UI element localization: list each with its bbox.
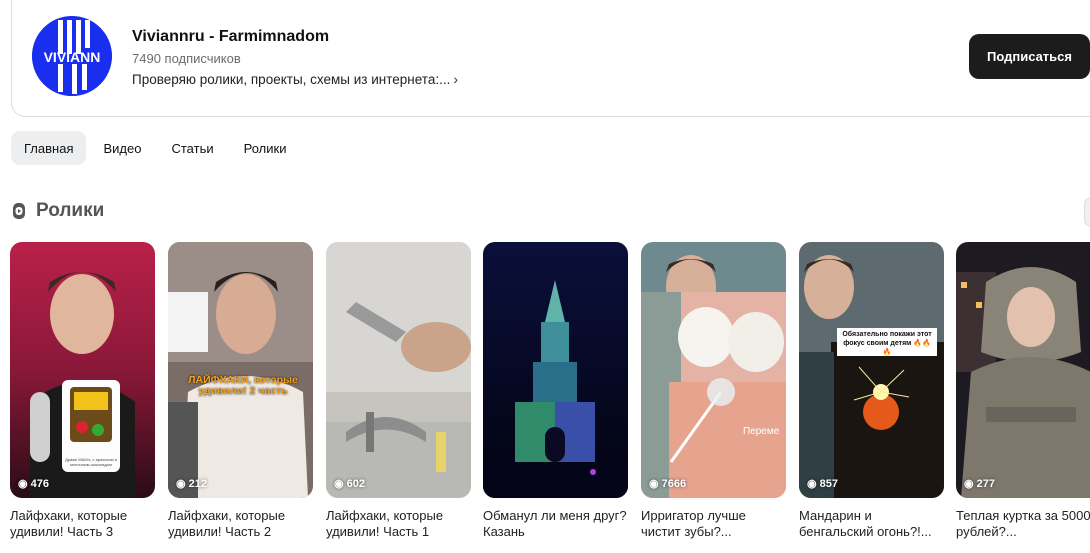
view-count: ◉ 857 <box>807 477 838 491</box>
svg-text:молочным шоколадом: молочным шоколадом <box>70 462 112 467</box>
thumbnail-image <box>483 242 628 498</box>
svg-text:VIVIANN: VIVIANN <box>44 49 101 65</box>
subscriber-count: 7490 подписчиков <box>132 51 241 66</box>
eye-icon: ◉ <box>649 478 659 490</box>
short-card[interactable]: Переме ◉ 7666 Ирригатор лучше чистит зуб… <box>641 242 786 540</box>
view-count-value: 277 <box>976 477 995 490</box>
short-thumbnail[interactable]: ◉ 277 <box>956 242 1090 498</box>
eye-icon: ◉ <box>807 478 817 490</box>
short-card[interactable]: ◉ 277 Теплая куртка за 5000 рублей?... <box>956 242 1090 540</box>
short-card[interactable]: ЛАЙФХАКИ, которые удивили! 2 часть ◉ 212… <box>168 242 313 540</box>
short-thumbnail[interactable]: Драже M&M's, с арахисом и молочным шокол… <box>10 242 155 498</box>
short-title[interactable]: Обманул ли меня друг? Казань <box>483 508 628 540</box>
short-title[interactable]: Лайфхаки, которые удивили! Часть 2 <box>168 508 313 540</box>
tab-articles[interactable]: Статьи <box>158 131 226 165</box>
eye-icon: ◉ <box>964 478 974 490</box>
short-title[interactable]: Лайфхаки, которые удивили! Часть 3 <box>10 508 155 540</box>
thumbnail-image <box>168 242 313 498</box>
thumbnail-image <box>641 242 786 498</box>
view-count-value: 212 <box>188 477 207 490</box>
scroll-right-button[interactable] <box>1084 197 1090 227</box>
short-thumbnail[interactable]: ◉ 602 <box>326 242 471 498</box>
thumbnail-image <box>956 242 1090 498</box>
section-header: Ролики <box>11 200 104 222</box>
thumbnail-image <box>799 242 944 498</box>
eye-icon: ◉ <box>334 478 344 490</box>
thumbnail-image <box>326 242 471 498</box>
short-thumbnail[interactable] <box>483 242 628 498</box>
channel-page: VIVIANN Viviannru - Farmimnadom 7490 под… <box>0 0 1090 553</box>
tab-shorts[interactable]: Ролики <box>231 131 300 165</box>
short-card[interactable]: Драже M&M's, с арахисом и молочным шокол… <box>10 242 155 540</box>
section-title: Ролики <box>36 200 105 221</box>
chevron-right-icon: › <box>453 71 459 87</box>
view-count: ◉ 277 <box>964 477 995 491</box>
shorts-icon <box>13 203 25 219</box>
channel-name: Viviannru - Farmimnadom <box>132 28 330 45</box>
short-card[interactable]: Обманул ли меня друг? Казань <box>483 242 628 540</box>
short-thumbnail[interactable]: ЛАЙФХАКИ, которые удивили! 2 часть ◉ 212 <box>168 242 313 498</box>
short-title[interactable]: Лайфхаки, которые удивили! Часть 1 <box>326 508 471 540</box>
view-count: ◉ 476 <box>18 477 49 491</box>
tab-videos[interactable]: Видео <box>90 131 154 165</box>
thumbnail-image: Драже M&M's, с арахисом и молочным шокол… <box>10 242 155 498</box>
subscribe-button-label: Подписаться <box>986 49 1072 64</box>
eye-icon: ◉ <box>176 478 186 490</box>
thumbnail-overlay-text: Переме <box>743 426 780 437</box>
short-title[interactable]: Ирригатор лучше чистит зубы?... <box>641 508 786 540</box>
eye-icon: ◉ <box>18 478 28 490</box>
view-count: ◉ 212 <box>176 477 207 491</box>
tab-home[interactable]: Главная <box>11 131 87 165</box>
channel-description-text: Проверяю ролики, проекты, схемы из интер… <box>132 71 451 87</box>
short-thumbnail[interactable]: Переме ◉ 7666 <box>641 242 786 498</box>
view-count: ◉ 602 <box>334 477 365 491</box>
short-title[interactable]: Теплая куртка за 5000 рублей?... <box>956 508 1090 540</box>
view-count-value: 857 <box>819 477 838 490</box>
short-card[interactable]: Обязательно покажи этот фокус своим детя… <box>799 242 944 540</box>
channel-description[interactable]: Проверяю ролики, проекты, схемы из интер… <box>132 71 458 87</box>
view-count-value: 602 <box>346 477 365 490</box>
short-card[interactable]: ◉ 602 Лайфхаки, которые удивили! Часть 1 <box>326 242 471 540</box>
thumbnail-overlay-text: Обязательно покажи этот фокус своим детя… <box>842 331 932 356</box>
avatar[interactable]: VIVIANN <box>32 16 112 96</box>
viviann-logo: VIVIANN <box>32 16 112 96</box>
channel-tabs: Главная Видео Статьи Ролики <box>11 131 303 165</box>
short-title[interactable]: Мандарин и бенгальский огонь?!... <box>799 508 944 540</box>
view-count-value: 7666 <box>661 477 687 490</box>
thumbnail-overlay-text: ЛАЙФХАКИ, которые удивили! 2 часть <box>188 374 298 397</box>
short-thumbnail[interactable]: Обязательно покажи этот фокус своим детя… <box>799 242 944 498</box>
view-count: ◉ 7666 <box>649 477 687 491</box>
view-count-value: 476 <box>30 477 49 490</box>
subscribe-button[interactable]: Подписаться <box>969 34 1090 79</box>
